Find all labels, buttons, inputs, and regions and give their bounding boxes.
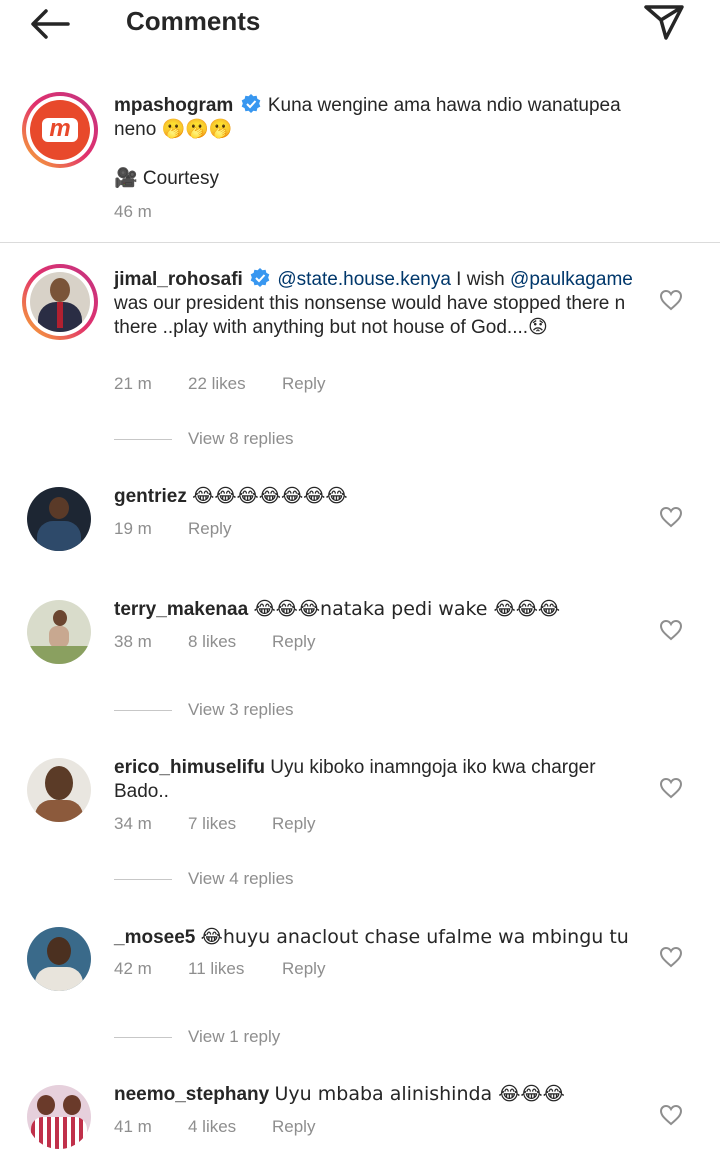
timestamp: 41 m: [114, 1117, 152, 1136]
avatar[interactable]: [27, 487, 91, 551]
likes-count[interactable]: 11 likes: [188, 959, 244, 979]
reply-button[interactable]: Reply: [272, 632, 315, 652]
heart-icon[interactable]: [659, 619, 683, 641]
likes-count[interactable]: 7 likes: [188, 814, 236, 834]
comment-text: _mosee5 😂huyu anaclout chase ufalme wa m…: [114, 926, 629, 948]
comment-text: neemo_stephany Uyu mbaba alinishinda 😂😂😂: [114, 1083, 565, 1105]
timestamp: 46 m: [114, 202, 152, 221]
reply-button[interactable]: Reply: [282, 374, 325, 394]
username[interactable]: gentriez: [114, 486, 187, 507]
divider: [0, 242, 720, 243]
avatar[interactable]: [27, 927, 91, 991]
avatar[interactable]: m: [22, 92, 98, 168]
timestamp: 42 m: [114, 959, 152, 978]
mention-link[interactable]: @state.house.kenya: [277, 269, 451, 290]
caption-line2: 🎥 Courtesy: [114, 168, 219, 189]
avatar[interactable]: [27, 600, 91, 664]
avatar[interactable]: [27, 758, 91, 822]
heart-icon[interactable]: [659, 946, 683, 968]
mention-link[interactable]: @paulkagame: [510, 269, 633, 290]
reply-button[interactable]: Reply: [272, 1117, 315, 1137]
back-arrow-icon[interactable]: [28, 6, 72, 42]
username[interactable]: _mosee5: [114, 927, 195, 948]
heart-icon[interactable]: [659, 289, 683, 311]
comment-text: jimal_rohosafi @state.house.kenya I wish…: [114, 268, 633, 338]
avatar[interactable]: [27, 1085, 91, 1149]
reply-button[interactable]: Reply: [272, 814, 315, 834]
heart-icon[interactable]: [659, 506, 683, 528]
username[interactable]: terry_makenaa: [114, 599, 248, 620]
comment-text: terry_makenaa 😂😂😂nataka pedi wake 😂😂😂: [114, 598, 561, 620]
reply-button[interactable]: Reply: [282, 959, 325, 979]
timestamp: 34 m: [114, 814, 152, 833]
avatar[interactable]: [22, 264, 98, 340]
caption-text: mpashogram Kuna wengine ama hawa ndio wa…: [114, 94, 621, 140]
username[interactable]: mpashogram: [114, 95, 233, 116]
page-title: Comments: [126, 6, 261, 36]
likes-count[interactable]: 4 likes: [188, 1117, 236, 1137]
send-icon[interactable]: [642, 2, 686, 42]
avatar-photo: [30, 272, 90, 332]
verified-icon: [250, 268, 270, 287]
comment-text: erico_himuselifu Uyu kiboko inamngoja ik…: [114, 757, 596, 802]
header: Comments: [0, 0, 720, 48]
username[interactable]: jimal_rohosafi: [114, 269, 243, 290]
username[interactable]: neemo_stephany: [114, 1084, 269, 1105]
heart-icon[interactable]: [659, 1104, 683, 1126]
reply-button[interactable]: Reply: [188, 519, 231, 539]
likes-count[interactable]: 22 likes: [188, 374, 246, 394]
heart-icon[interactable]: [659, 777, 683, 799]
mpasho-logo: m: [30, 100, 90, 160]
comment-text: gentriez 😂😂😂😂😂😂😂: [114, 485, 348, 507]
likes-count[interactable]: 8 likes: [188, 632, 236, 652]
username[interactable]: erico_himuselifu: [114, 757, 265, 778]
timestamp: 38 m: [114, 632, 152, 651]
verified-icon: [241, 94, 260, 113]
timestamp: 21 m: [114, 374, 152, 393]
timestamp: 19 m: [114, 519, 152, 538]
